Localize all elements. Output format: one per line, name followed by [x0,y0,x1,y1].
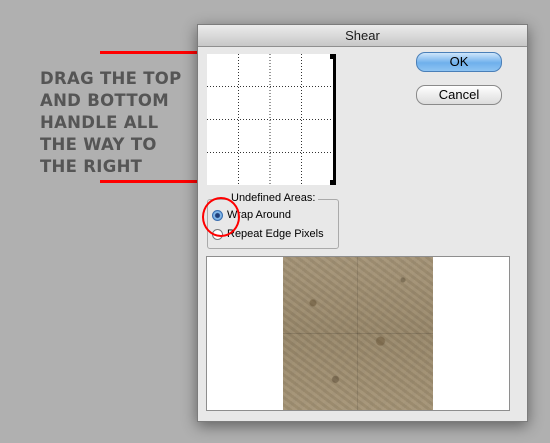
instruction-text: DRAG THE TOP AND BOTTOM HANDLE ALL THE W… [40,69,182,176]
repeat-edge-pixels-label: Repeat Edge Pixels [227,228,324,240]
cancel-button[interactable]: Cancel [416,85,502,105]
shear-dialog: Shear OK Cancel Undefined Areas: Wrap Ar… [197,24,528,422]
dialog-title: Shear [198,25,527,47]
texture-preview-image [283,257,433,410]
preview-area [206,256,510,411]
texture-seam [357,257,358,410]
ok-button[interactable]: OK [416,52,502,72]
bottom-shear-handle[interactable] [330,180,333,185]
shear-curve-grid[interactable] [207,54,336,185]
texture-seam [283,333,433,334]
grid-lines [207,54,333,185]
undefined-areas-title: Undefined Areas: [228,192,319,204]
highlight-circle [202,197,240,237]
top-shear-handle[interactable] [330,54,333,59]
